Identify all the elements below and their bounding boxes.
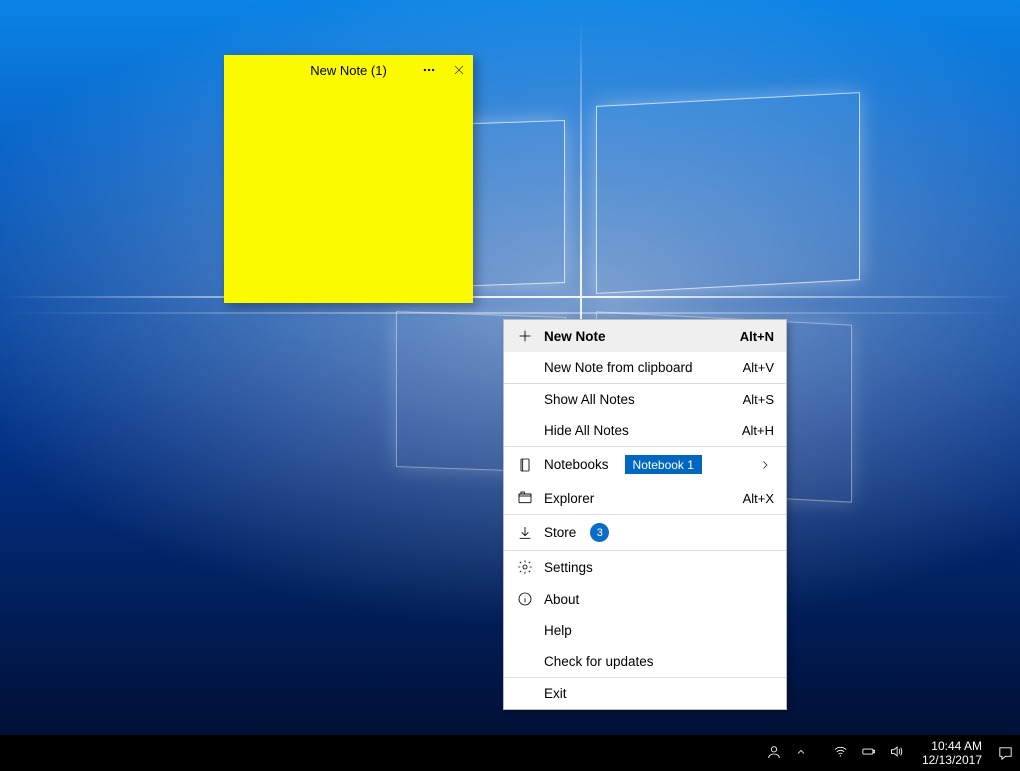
menu-item-check-updates[interactable]: Check for updates [504, 646, 786, 677]
menu-item-hide-all[interactable]: Hide All Notes Alt+H [504, 415, 786, 446]
menu-item-new-note[interactable]: New Note Alt+N [504, 320, 786, 352]
menu-accel: Alt+H [742, 423, 774, 438]
close-icon[interactable] [449, 60, 469, 80]
menu-accel: Alt+S [743, 392, 774, 407]
chevron-right-icon [756, 459, 774, 471]
menu-item-new-from-clipboard[interactable]: New Note from clipboard Alt+V [504, 352, 786, 383]
gear-icon [516, 559, 534, 575]
volume-icon[interactable] [889, 744, 904, 762]
notebook-icon [516, 457, 534, 473]
menu-label: Show All Notes [544, 392, 733, 407]
menu-label: New Note from clipboard [544, 360, 733, 375]
menu-label: Exit [544, 686, 774, 701]
taskbar-clock[interactable]: 10:44 AM 12/13/2017 [914, 739, 990, 768]
menu-item-help[interactable]: Help [504, 615, 786, 646]
tray-context-menu: New Note Alt+N New Note from clipboard A… [503, 319, 787, 710]
menu-item-explorer[interactable]: Explorer Alt+X [504, 482, 786, 514]
menu-label: New Note [544, 329, 730, 344]
menu-label: Check for updates [544, 654, 774, 669]
menu-item-about[interactable]: About [504, 583, 786, 615]
menu-label: Explorer [544, 491, 733, 506]
sticky-note-title: New Note (1) [310, 63, 387, 78]
menu-accel: Alt+V [743, 360, 774, 375]
menu-label: Settings [544, 560, 774, 575]
download-icon [516, 525, 534, 541]
sticky-note-body[interactable] [224, 85, 473, 303]
explorer-icon [516, 490, 534, 506]
taskbar-time: 10:44 AM [922, 739, 982, 753]
menu-item-notebooks[interactable]: Notebooks Notebook 1 [504, 447, 786, 482]
menu-accel: Alt+N [740, 329, 774, 344]
system-tray[interactable] [756, 744, 914, 763]
menu-item-store[interactable]: Store 3 [504, 515, 786, 550]
menu-item-settings[interactable]: Settings [504, 551, 786, 583]
tray-overflow-icon[interactable] [795, 746, 807, 761]
sticky-note-titlebar[interactable]: New Note (1) [224, 55, 473, 85]
info-icon [516, 591, 534, 607]
plus-icon [516, 328, 534, 344]
sticky-note-window[interactable]: New Note (1) [224, 55, 473, 303]
menu-label: About [544, 592, 774, 607]
menu-label: Hide All Notes [544, 423, 732, 438]
wifi-icon[interactable] [833, 744, 848, 762]
menu-item-show-all[interactable]: Show All Notes Alt+S [504, 384, 786, 415]
taskbar[interactable]: 10:44 AM 12/13/2017 [0, 735, 1020, 771]
store-count-badge: 3 [590, 523, 609, 542]
battery-icon[interactable] [861, 744, 876, 762]
menu-label: Store [544, 525, 576, 540]
taskbar-date: 12/13/2017 [922, 753, 982, 767]
menu-label: Help [544, 623, 774, 638]
menu-accel: Alt+X [743, 491, 774, 506]
more-icon[interactable] [419, 60, 439, 80]
menu-label: Notebooks [544, 457, 609, 472]
action-center-icon[interactable] [990, 735, 1020, 771]
people-icon[interactable] [766, 744, 782, 763]
notebook-badge: Notebook 1 [625, 455, 702, 474]
menu-item-exit[interactable]: Exit [504, 678, 786, 709]
